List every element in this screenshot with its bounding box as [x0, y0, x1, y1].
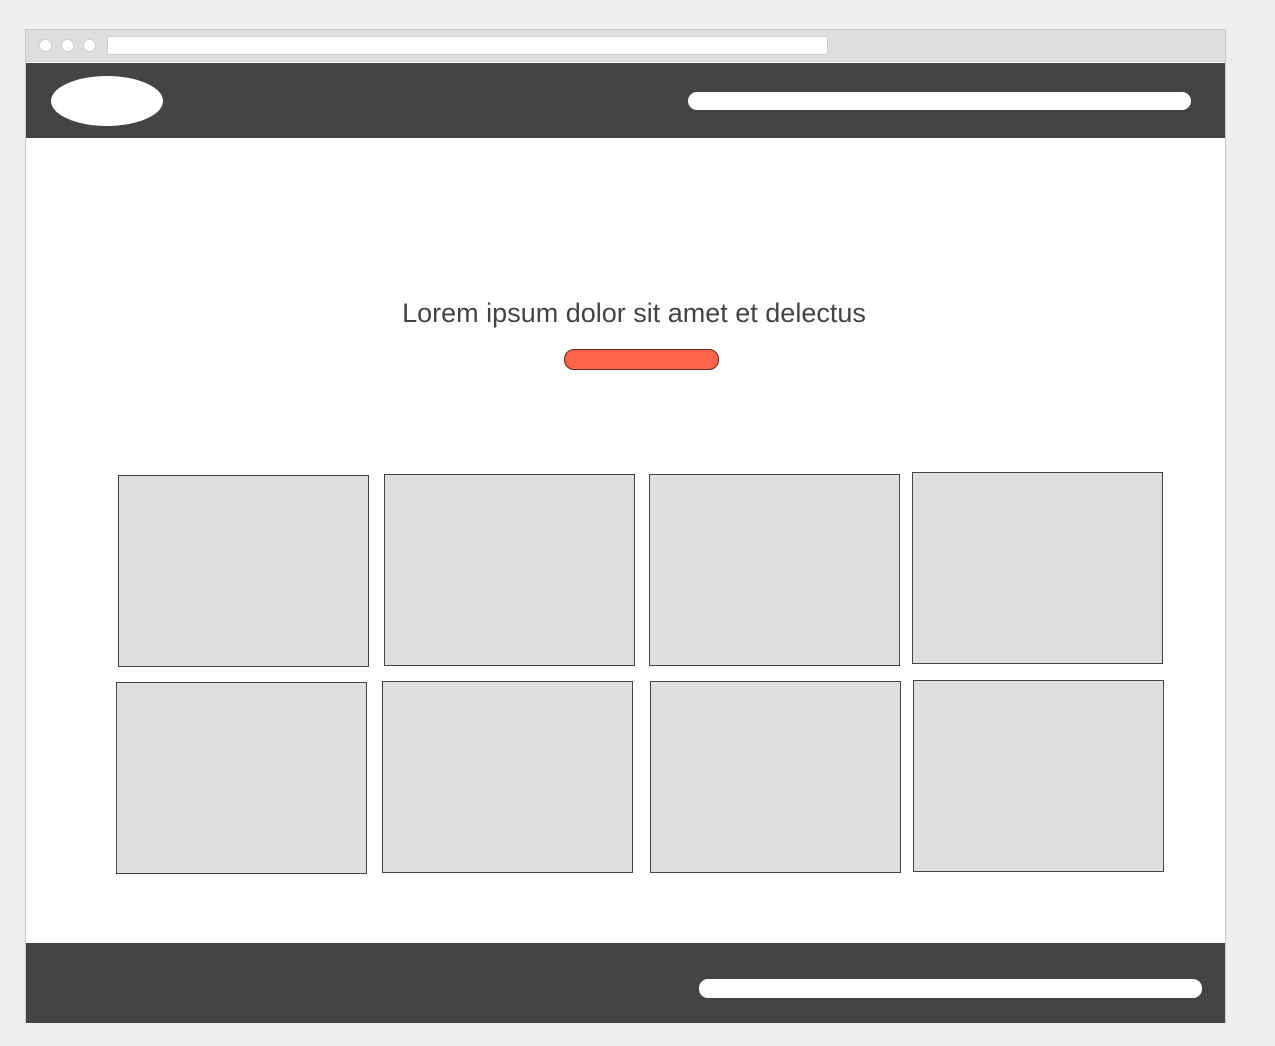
site-header [26, 63, 1225, 138]
gallery-tile[interactable] [912, 472, 1163, 664]
gallery-tile[interactable] [649, 474, 900, 666]
footer-links-placeholder[interactable] [699, 979, 1202, 998]
gallery-tile[interactable] [384, 474, 635, 666]
gallery-tile[interactable] [118, 475, 369, 667]
logo-placeholder[interactable] [51, 76, 163, 126]
browser-titlebar [26, 30, 1225, 62]
window-close-icon[interactable] [39, 39, 52, 52]
nav-menu-placeholder[interactable] [688, 92, 1191, 110]
address-bar[interactable] [107, 36, 828, 55]
browser-window: Lorem ipsum dolor sit amet et delectus [25, 29, 1226, 1023]
site-footer [26, 943, 1225, 1023]
window-minimize-icon[interactable] [61, 39, 74, 52]
cta-button[interactable] [564, 349, 719, 370]
gallery-tile[interactable] [116, 682, 367, 874]
window-maximize-icon[interactable] [83, 39, 96, 52]
hero-title: Lorem ipsum dolor sit amet et delectus [402, 298, 866, 328]
gallery-tile[interactable] [382, 681, 633, 873]
gallery-tile[interactable] [913, 680, 1164, 872]
gallery-tile[interactable] [650, 681, 901, 873]
